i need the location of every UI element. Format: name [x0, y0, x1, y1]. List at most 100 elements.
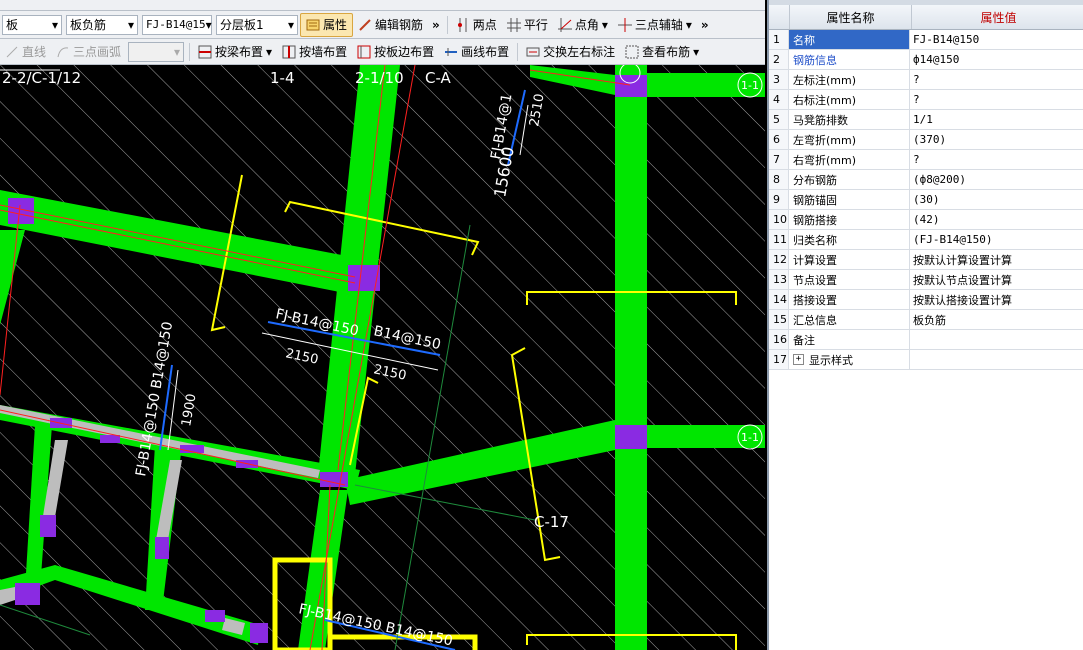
edit-rebar-button[interactable]: 编辑钢筋	[353, 14, 428, 36]
two-point-button[interactable]: 两点	[451, 14, 502, 36]
property-value[interactable]: 1/1	[910, 110, 1083, 129]
property-row[interactable]: 5 马凳筋排数 1/1	[769, 110, 1083, 130]
by-wall-label: 按墙布置	[299, 45, 348, 59]
property-value[interactable]: ?	[910, 90, 1083, 109]
swap-labels-button[interactable]: 交换左右标注	[521, 41, 620, 63]
point-angle-button[interactable]: 点角 ▾	[553, 14, 613, 36]
property-name: 左标注(mm)	[789, 70, 910, 89]
draw-line-layout-button[interactable]: 画线布置	[439, 41, 514, 63]
property-panel: 属性名称 属性值 1 名称 FJ-B14@150 2 钢筋信息 ф14@150 3 左标注(m…	[767, 0, 1083, 650]
property-value[interactable]: ?	[910, 70, 1083, 89]
property-table-header: 属性名称 属性值	[769, 5, 1083, 30]
view-layout-button[interactable]: 查看布筋 ▾	[620, 41, 704, 63]
chevron-down-icon: ▾	[685, 17, 692, 32]
property-value[interactable]: 按默认节点设置计算	[910, 270, 1083, 289]
property-value[interactable]: 板负筋	[910, 310, 1083, 329]
swap-labels-label: 交换左右标注	[543, 45, 616, 59]
by-beam-layout-button[interactable]: 按梁布置 ▾	[193, 41, 277, 63]
property-value[interactable]	[910, 330, 1083, 349]
row-number: 12	[769, 250, 789, 269]
property-row[interactable]: 6 左弯折(mm) (370)	[769, 130, 1083, 150]
drawing-canvas[interactable]: 2-2/C-1/12 1-4 2-1/10 C-A C-17 1-1 1-1 F…	[0, 65, 765, 650]
property-row[interactable]: 11 归类名称 (FJ-B14@150)	[769, 230, 1083, 250]
row-number: 4	[769, 90, 789, 109]
property-row[interactable]: 17 + 显示样式	[769, 350, 1083, 370]
floor-select[interactable]: 板 ▾	[2, 14, 62, 35]
overflow-chevron-icon[interactable]: »	[428, 18, 444, 32]
chevron-down-icon: ▾	[127, 17, 134, 32]
property-name: 搭接设置	[789, 290, 910, 309]
property-value[interactable]: 按默认计算设置计算	[910, 250, 1083, 269]
header-num-cell	[769, 5, 790, 29]
three-point-axis-button[interactable]: 三点辅轴 ▾	[613, 14, 697, 36]
row-number: 5	[769, 110, 789, 129]
property-value[interactable]	[910, 350, 1083, 369]
property-row[interactable]: 16 备注	[769, 330, 1083, 350]
draw-line-label: 画线布置	[461, 45, 510, 59]
property-value[interactable]: ф14@150	[910, 50, 1083, 69]
line-label: 直线	[22, 45, 47, 59]
by-slab-edge-layout-button[interactable]: 按板边布置	[352, 41, 439, 63]
arc-option-select[interactable]: ▾	[128, 41, 185, 62]
property-row[interactable]: 13 节点设置 按默认节点设置计算	[769, 270, 1083, 290]
property-name-text: 计算设置	[793, 253, 837, 267]
property-name: 计算设置	[789, 250, 910, 269]
property-value[interactable]: (FJ-B14@150)	[910, 230, 1083, 249]
property-row[interactable]: 4 右标注(mm)?	[769, 90, 1083, 110]
property-name: 归类名称	[789, 230, 910, 249]
property-row[interactable]: 7 右弯折(mm)?	[769, 150, 1083, 170]
property-row[interactable]: 10 钢筋搭接 (42)	[769, 210, 1083, 230]
property-name-text: 节点设置	[793, 273, 837, 287]
property-name: 汇总信息	[789, 310, 910, 329]
property-value[interactable]: (370)	[910, 130, 1083, 149]
row-number: 2	[769, 50, 789, 69]
property-row[interactable]: 9 钢筋锚固 (30)	[769, 190, 1083, 210]
line-icon	[5, 45, 19, 59]
parallel-label: 平行	[523, 18, 548, 32]
property-button[interactable]: 属性	[300, 12, 354, 37]
view-layout-label: 查看布筋	[642, 45, 691, 59]
component-type-select[interactable]: 板负筋 ▾	[66, 14, 138, 35]
property-name-text: 左标注(mm)	[793, 73, 857, 87]
component-name-select[interactable]: FJ-B14@15 ▾	[142, 14, 212, 35]
overflow-chevron-icon[interactable]: »	[697, 18, 713, 32]
pencil-icon	[358, 18, 372, 32]
property-row[interactable]: 15 汇总信息 板负筋	[769, 310, 1083, 330]
header-property-name: 属性名称	[790, 5, 912, 29]
property-value[interactable]: (30)	[910, 190, 1083, 209]
row-number: 7	[769, 150, 789, 169]
axis-label-c-a: C-A	[425, 69, 452, 87]
floor-select-value: 板	[6, 18, 19, 32]
three-point-arc-button[interactable]: 三点画弧	[51, 41, 126, 63]
line-button[interactable]: 直线	[0, 41, 51, 63]
property-row[interactable]: 2 钢筋信息 ф14@150	[769, 50, 1083, 70]
layer-select[interactable]: 分层板1 ▾	[216, 14, 298, 35]
row-number: 10	[769, 210, 789, 229]
property-value[interactable]: 按默认搭接设置计算	[910, 290, 1083, 309]
property-row[interactable]: 3 左标注(mm)?	[769, 70, 1083, 90]
chevron-down-icon: ▾	[205, 17, 212, 32]
property-value[interactable]: ?	[910, 150, 1083, 169]
row-number: 17	[769, 350, 789, 369]
chevron-down-icon: ▾	[693, 44, 700, 59]
property-value[interactable]: FJ-B14@150	[910, 30, 1083, 49]
expand-icon[interactable]: +	[793, 354, 804, 365]
axis-circle-label: 1-1	[741, 431, 759, 444]
axis-label-2-1: 2-1/10	[355, 69, 404, 87]
property-row[interactable]: 12 计算设置 按默认计算设置计算	[769, 250, 1083, 270]
property-row[interactable]: 1 名称 FJ-B14@150	[769, 30, 1083, 50]
property-value[interactable]: (ф8@200)	[910, 170, 1083, 189]
by-wall-layout-button[interactable]: 按墙布置	[277, 41, 352, 63]
property-name-text: 左弯折(mm)	[793, 133, 857, 147]
property-row[interactable]: 14 搭接设置 按默认搭接设置计算	[769, 290, 1083, 310]
parallel-button[interactable]: 平行	[502, 14, 553, 36]
type-select-value: 板负筋	[70, 18, 107, 32]
property-row[interactable]: 8 分布钢筋 (ф8@200)	[769, 170, 1083, 190]
two-point-axis-icon	[456, 17, 470, 32]
parallel-icon	[506, 17, 521, 32]
property-name: 钢筋信息	[789, 50, 910, 69]
property-value[interactable]: (42)	[910, 210, 1083, 229]
property-name-text: 钢筋搭接	[793, 213, 837, 227]
by-slab-edge-label: 按板边布置	[374, 45, 435, 59]
view-rebar-icon	[625, 45, 639, 59]
